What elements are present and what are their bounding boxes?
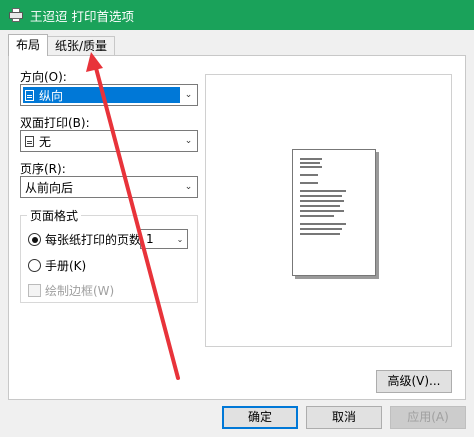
orientation-label: 方向(O): — [20, 70, 67, 84]
cancel-button[interactable]: 取消 — [306, 406, 382, 429]
advanced-button[interactable]: 高级(V)... — [376, 370, 452, 393]
pages-per-sheet-value: 1 — [146, 232, 154, 246]
booklet-option[interactable]: 手册(K) — [28, 257, 86, 274]
draw-borders-label: 绘制边框(W) — [45, 284, 115, 298]
tab-layout[interactable]: 布局 — [8, 34, 49, 56]
page-order-dropdown[interactable]: 从前向后 ⌄ — [20, 176, 198, 198]
page-format-title: 页面格式 — [27, 207, 82, 224]
duplex-label: 双面打印(B): — [20, 116, 90, 130]
pages-per-sheet-dropdown[interactable]: 1 ⌄ — [140, 229, 188, 249]
radio-button[interactable] — [28, 259, 41, 272]
printer-icon — [8, 7, 24, 23]
tab-strip: 布局 纸张/质量 — [8, 34, 116, 56]
orientation-dropdown[interactable]: 纵向 ⌄ — [20, 84, 198, 106]
title-bar: 王迢迢 打印首选项 — [0, 0, 474, 30]
booklet-label: 手册(K) — [45, 259, 87, 273]
page-order-value: 从前向后 — [25, 180, 74, 195]
draw-borders-checkbox[interactable] — [28, 284, 41, 297]
draw-borders-option[interactable]: 绘制边框(W) — [28, 282, 114, 299]
chevron-down-icon: ⌄ — [184, 90, 193, 100]
page-order-label: 页序(R): — [20, 162, 66, 176]
duplex-dropdown[interactable]: 无 ⌄ — [20, 130, 198, 152]
chevron-down-icon: ⌄ — [176, 234, 184, 244]
window-title: 王迢迢 打印首选项 — [30, 8, 134, 24]
portrait-page-icon — [25, 89, 34, 101]
chevron-down-icon: ⌄ — [184, 182, 193, 192]
radio-button-selected[interactable] — [28, 233, 41, 246]
tab-paper-quality[interactable]: 纸张/质量 — [47, 36, 116, 56]
apply-button[interactable]: 应用(A) — [390, 406, 466, 429]
page-preview-icon — [292, 149, 376, 276]
pages-per-sheet-option[interactable]: 每张纸打印的页数(S) — [28, 231, 158, 248]
orientation-value: 纵向 — [39, 88, 64, 103]
ok-button[interactable]: 确定 — [222, 406, 298, 429]
duplex-value: 无 — [39, 134, 52, 149]
document-icon — [25, 135, 34, 147]
chevron-down-icon: ⌄ — [184, 136, 193, 146]
